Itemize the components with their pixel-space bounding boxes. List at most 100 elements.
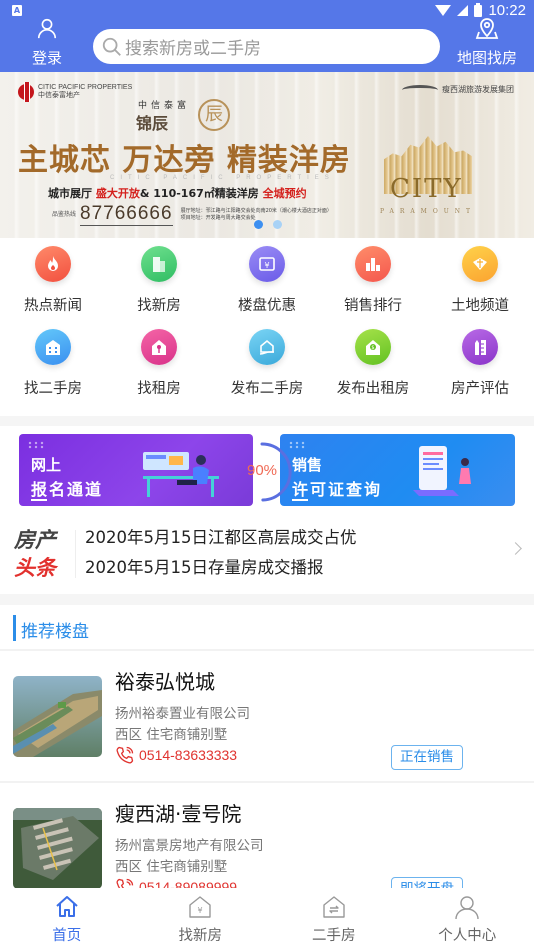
property-name: 瘦西湖·壹号院	[115, 802, 242, 826]
menu-item-appraisal[interactable]: 房产评估	[427, 329, 533, 409]
menu-item-land[interactable]: 土地频道	[427, 246, 533, 326]
ranking-icon	[355, 246, 391, 282]
flame-icon-glyph	[48, 256, 58, 271]
app-header: A 10:22 登录 搜索新房或二手房 地图找房	[0, 0, 534, 72]
section-accent-bar	[13, 615, 16, 641]
land-icon	[462, 246, 498, 282]
apartment-icon	[35, 329, 71, 365]
menu-item-label: 热点新闻	[24, 298, 82, 314]
brand-logo: CITIC PACIFIC PROPERTIES 中信泰富地产	[18, 82, 133, 102]
menu-item-label: 销售排行	[344, 298, 402, 314]
menu-item-rent-house[interactable]: 找租房	[106, 329, 212, 409]
svg-text:$: $	[371, 345, 374, 351]
menu-item-apartment[interactable]: 找二手房	[0, 329, 106, 409]
search-input[interactable]: 搜索新房或二手房	[93, 29, 440, 64]
property-name: 裕泰弘悦城	[115, 670, 215, 694]
desk-worker-illustration	[143, 452, 219, 497]
user-icon	[37, 18, 57, 39]
brand-name-en: CITIC PACIFIC PROPERTIES	[38, 84, 133, 91]
hotline-number: 87766666	[80, 203, 173, 226]
menu-item-label: 土地频道	[451, 298, 509, 314]
apartment-icon-glyph	[46, 340, 60, 355]
menu-item-building[interactable]: 找新房	[106, 246, 212, 326]
menu-item-ranking[interactable]: 销售排行	[320, 246, 426, 326]
property-listing[interactable]: 裕泰弘悦城 扬州裕泰置业有限公司 西区 住宅商铺别墅 0514-83633333…	[0, 651, 534, 781]
developer-mark-icon	[402, 84, 438, 95]
real-estate-headlines[interactable]: 房产 头条 2020年5月15日江都区高层成交占优 2020年5月15日存量房成…	[0, 514, 534, 594]
banner-slogan-sub: CITIC PACIFIC PROPERTIES	[110, 175, 335, 181]
sales-status-badge[interactable]: 正在销售	[391, 745, 463, 770]
ranking-icon-glyph	[366, 258, 380, 271]
map-label: 地图找房	[456, 49, 517, 67]
nav-tab-profile[interactable]: 个人中心	[401, 888, 534, 950]
carousel-dot-1[interactable]	[254, 220, 263, 229]
svg-text:¥: ¥	[198, 906, 203, 915]
coupon-icon-glyph: ¥	[259, 257, 275, 271]
battery-icon	[474, 2, 483, 17]
banner-slogan: 主城芯 万达旁 精装洋房	[18, 143, 351, 178]
loading-percent: 90%	[247, 462, 278, 479]
nav-label: 二手房	[312, 928, 356, 944]
chevron-right-icon[interactable]	[509, 542, 522, 555]
publish-rent-icon-glyph: $	[366, 340, 380, 355]
headlines-logo: 房产 头条	[14, 528, 56, 580]
banner-info: 城市展厅 盛大开放& 110-167㎡精装洋房 全城预约	[48, 187, 307, 200]
notification-icon: A	[12, 5, 22, 16]
rent-house-icon-glyph	[152, 340, 166, 355]
menu-item-label: 房产评估	[451, 381, 509, 397]
nav-label: 找新房	[178, 928, 223, 944]
carousel-indicator	[254, 220, 282, 229]
user-icon	[455, 896, 479, 920]
carousel-dot-2[interactable]	[273, 220, 282, 229]
developer-name: 扬州富景房地产有限公司	[115, 838, 264, 854]
phone-license-illustration	[413, 446, 471, 496]
wifi-icon	[435, 5, 452, 16]
section-title: 推荐楼盘	[21, 622, 89, 642]
menu-item-label: 发布出租房	[336, 381, 410, 397]
banner-hotline: 品鉴热线 87766666 展厅地址：邗江路与江阳路交会处向南20米（潮心楼大酒…	[52, 203, 332, 226]
developer-logo: 瘦西湖旅游发展集团	[402, 84, 514, 95]
search-icon	[102, 37, 121, 56]
promo-carousel[interactable]: CITIC PACIFIC PROPERTIES 中信泰富地产 中信泰富 锦辰 …	[0, 72, 534, 238]
online-registration-banner[interactable]: 网上 报名通道	[19, 434, 253, 506]
menu-item-flame[interactable]: 热点新闻	[0, 246, 106, 326]
publish-rent-icon: $	[355, 329, 391, 365]
project-address: 项目地址：开发路与周大路交会处	[180, 214, 256, 221]
nav-label: 个人中心	[438, 928, 497, 944]
nav-tab-home[interactable]: 首页	[0, 888, 134, 950]
home-icon	[56, 896, 78, 917]
search-placeholder: 搜索新房或二手房	[125, 39, 261, 59]
call-button[interactable]: 0514-83633333	[115, 745, 237, 765]
rent-house-icon	[141, 329, 177, 365]
bottom-navigation: 首页 ¥ 找新房 二手房 个人中心	[0, 888, 534, 950]
city-paramount-art: CITY PARAMOUNT	[380, 136, 476, 216]
map-search-button[interactable]: 地图找房	[450, 16, 524, 70]
project-name: 锦辰	[136, 114, 169, 133]
citic-logo-icon	[18, 82, 34, 102]
menu-item-publish-house[interactable]: 发布二手房	[214, 329, 320, 409]
building-icon	[141, 246, 177, 282]
nav-tab-second-hand[interactable]: 二手房	[267, 888, 401, 950]
login-button[interactable]: 登录	[22, 16, 72, 70]
menu-item-publish-rent[interactable]: $ 发布出租房	[320, 329, 426, 409]
nav-tab-new-house[interactable]: ¥ 找新房	[134, 888, 268, 950]
sales-license-query-banner[interactable]: 销售 许可证查询	[280, 434, 515, 506]
headline-item[interactable]: 2020年5月15日存量房成交播报	[85, 554, 324, 578]
promo-title-line2: 许可证查询	[292, 480, 383, 499]
property-tags: 西区 住宅商铺别墅	[115, 727, 228, 743]
property-thumbnail	[13, 808, 102, 889]
appraisal-icon-glyph	[475, 340, 486, 355]
headline-item[interactable]: 2020年5月15日江都区高层成交占优	[85, 524, 357, 548]
menu-item-coupon[interactable]: ¥ 楼盘优惠	[214, 246, 320, 326]
phone-icon	[116, 746, 134, 764]
new-house-icon: ¥	[189, 896, 211, 918]
showroom-address: 展厅地址：邗江路与江阳路交会处向南20米（潮心楼大酒店正对面）	[180, 207, 332, 214]
project-seal: 辰	[198, 99, 230, 131]
menu-item-label: 楼盘优惠	[238, 298, 296, 314]
building-icon-glyph	[153, 257, 165, 272]
phone-number: 0514-83633333	[139, 747, 238, 763]
coupon-icon: ¥	[249, 246, 285, 282]
publish-house-icon	[249, 329, 285, 365]
developer-name: 扬州裕泰置业有限公司	[115, 706, 250, 722]
property-thumbnail	[13, 676, 102, 757]
